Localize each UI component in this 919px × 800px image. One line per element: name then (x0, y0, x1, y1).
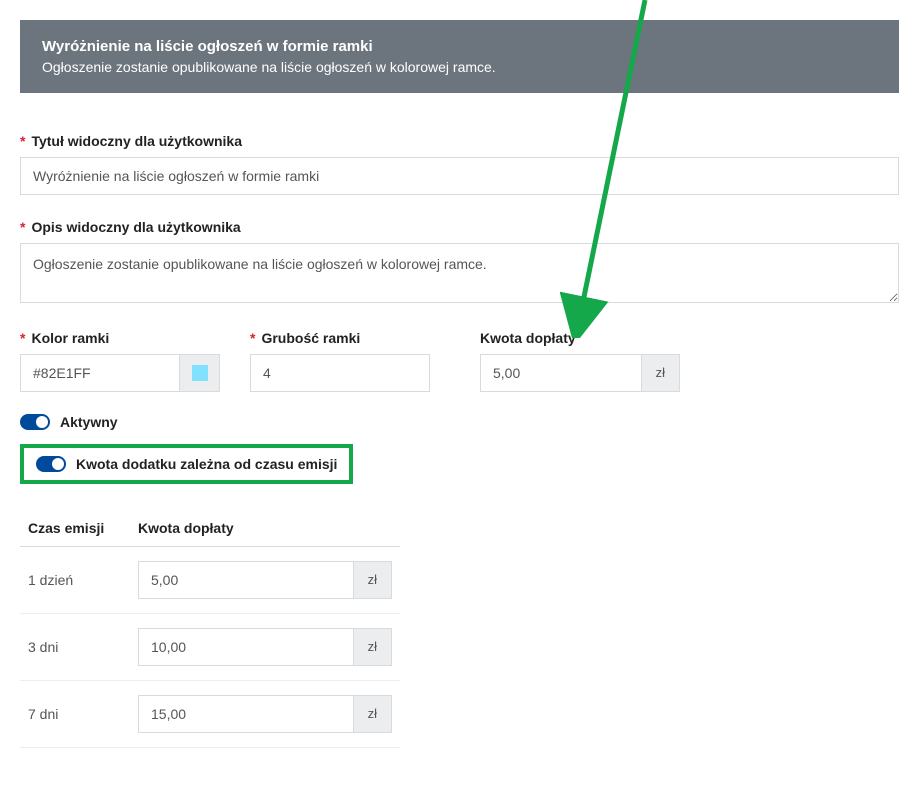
input-frame-thickness[interactable] (250, 354, 430, 392)
form-container: Wyróżnienie na liście ogłoszeń w formie … (0, 0, 919, 768)
required-marker: * (20, 330, 25, 346)
cell-amount: zł (138, 628, 392, 666)
input-row-amount[interactable] (138, 695, 354, 733)
color-input-wrap (20, 354, 220, 392)
input-row-amount[interactable] (138, 628, 354, 666)
header-subtitle: Ogłoszenie zostanie opublikowane na liśc… (42, 59, 877, 75)
currency-unit: zł (354, 695, 392, 733)
emission-table: Czas emisji Kwota dopłaty 1 dzień zł 3 d… (20, 512, 400, 748)
color-picker-button[interactable] (179, 355, 219, 391)
toggle-active-label: Aktywny (60, 414, 118, 430)
textarea-user-desc[interactable] (20, 243, 899, 303)
field-surcharge: Kwota dopłaty zł (480, 330, 680, 392)
required-marker: * (20, 219, 25, 235)
header-banner: Wyróżnienie na liście ogłoszeń w formie … (20, 20, 899, 93)
toggle-depends-time-label: Kwota dodatku zależna od czasu emisji (76, 456, 337, 472)
field-frame-thickness: * Grubość ramki (250, 330, 430, 392)
cell-time: 1 dzień (28, 572, 138, 588)
input-user-title[interactable] (20, 157, 899, 195)
input-surcharge[interactable] (480, 354, 642, 392)
field-user-desc: * Opis widoczny dla użytkownika (20, 219, 899, 306)
table-row: 1 dzień zł (20, 547, 400, 614)
input-frame-color[interactable] (21, 355, 179, 391)
cell-time: 3 dni (28, 639, 138, 655)
label-frame-thickness: * Grubość ramki (250, 330, 430, 346)
th-emission-time: Czas emisji (28, 520, 138, 536)
cell-amount: zł (138, 561, 392, 599)
field-user-title: * Tytuł widoczny dla użytkownika (20, 133, 899, 195)
field-frame-color: * Kolor ramki (20, 330, 220, 392)
currency-unit: zł (642, 354, 680, 392)
toggle-depends-time[interactable] (36, 456, 66, 472)
table-header: Czas emisji Kwota dopłaty (20, 512, 400, 547)
currency-unit: zł (354, 628, 392, 666)
table-row: 7 dni zł (20, 681, 400, 748)
toggle-active-row: Aktywny (20, 414, 899, 430)
required-marker: * (250, 330, 255, 346)
input-row-amount[interactable] (138, 561, 354, 599)
currency-unit: zł (354, 561, 392, 599)
label-user-desc: * Opis widoczny dla użytkownika (20, 219, 899, 235)
color-swatch-icon (192, 365, 208, 381)
label-frame-color: * Kolor ramki (20, 330, 220, 346)
table-row: 3 dni zł (20, 614, 400, 681)
toggle-active[interactable] (20, 414, 50, 430)
toggle-depends-time-row: Kwota dodatku zależna od czasu emisji (20, 444, 353, 484)
required-marker: * (20, 133, 25, 149)
label-user-title: * Tytuł widoczny dla użytkownika (20, 133, 899, 149)
cell-time: 7 dni (28, 706, 138, 722)
settings-row: * Kolor ramki * Grubość ramki Kwota dopł… (20, 330, 899, 392)
th-surcharge: Kwota dopłaty (138, 520, 392, 536)
amount-wrap: zł (480, 354, 680, 392)
header-title: Wyróżnienie na liście ogłoszeń w formie … (42, 38, 877, 55)
cell-amount: zł (138, 695, 392, 733)
label-surcharge: Kwota dopłaty (480, 330, 680, 346)
